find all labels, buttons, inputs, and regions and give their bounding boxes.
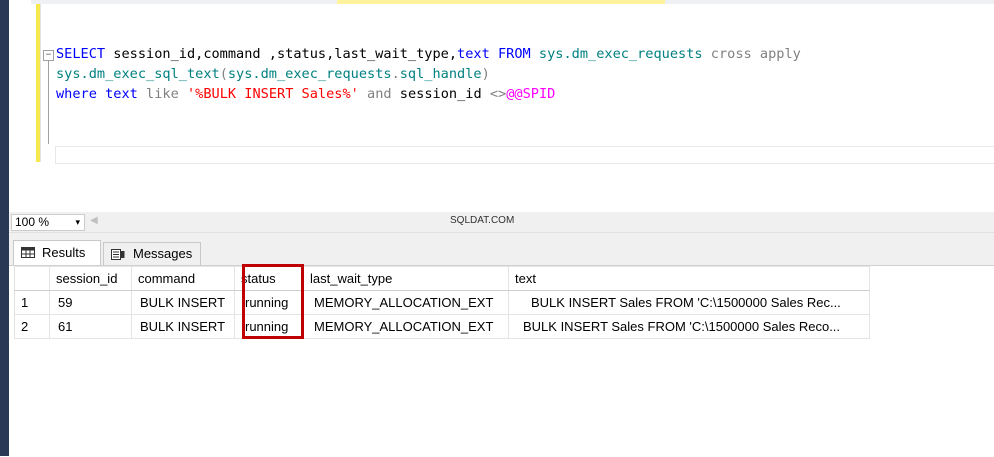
zoom-select[interactable]: 100 % ▾ bbox=[11, 214, 85, 231]
code-token: <> bbox=[489, 86, 507, 102]
editor-margin-divider bbox=[40, 4, 41, 162]
code-token: sql_handle bbox=[399, 66, 482, 82]
cell-last-wait-type[interactable]: MEMORY_ALLOCATION_EXT bbox=[303, 290, 509, 315]
tab-messages[interactable]: Messages bbox=[103, 242, 201, 265]
code-token: sys.dm_exec_requests bbox=[538, 46, 703, 62]
code-token: '%BULK INSERT Sales%' bbox=[186, 86, 359, 102]
code-token: text bbox=[105, 86, 138, 102]
code-token: SELECT bbox=[56, 46, 106, 62]
code-token: . bbox=[391, 66, 400, 82]
messages-icon bbox=[111, 249, 125, 260]
tab-results[interactable]: Results bbox=[13, 240, 101, 265]
cell-last-wait-type[interactable]: MEMORY_ALLOCATION_EXT bbox=[303, 314, 509, 339]
code-line-3[interactable]: where text like '%BULK INSERT Sales%' an… bbox=[56, 86, 555, 103]
cell-text[interactable]: BULK INSERT Sales FROM 'C:\1500000 Sales… bbox=[508, 290, 870, 315]
code-token: @@SPID bbox=[506, 86, 556, 102]
code-token: cross apply bbox=[710, 46, 801, 62]
table-row[interactable]: 2 61 BULK INSERT running MEMORY_ALLOCATI… bbox=[14, 314, 870, 339]
row-number[interactable]: 1 bbox=[14, 290, 50, 315]
results-grid-area: session_id command status last_wait_type… bbox=[9, 265, 994, 457]
code-token: text bbox=[457, 46, 490, 62]
chevron-down-icon[interactable]: ▾ bbox=[75, 215, 80, 230]
column-header-command[interactable]: command bbox=[131, 266, 235, 291]
row-number[interactable]: 2 bbox=[14, 314, 50, 339]
cell-command[interactable]: BULK INSERT bbox=[131, 290, 235, 315]
code-token: like bbox=[146, 86, 179, 102]
grid-header-row: session_id command status last_wait_type… bbox=[14, 266, 870, 291]
cell-text[interactable]: BULK INSERT Sales FROM 'C:\1500000 Sales… bbox=[508, 314, 870, 339]
code-token: ) bbox=[481, 66, 490, 82]
outline-bracket bbox=[48, 61, 49, 144]
results-grid: session_id command status last_wait_type… bbox=[14, 266, 870, 339]
code-token: sys.dm_exec_sql_text bbox=[56, 66, 220, 82]
scroll-left-icon[interactable]: ◀ bbox=[90, 215, 98, 226]
current-line-highlight bbox=[55, 146, 994, 164]
tab-results-label: Results bbox=[42, 245, 86, 260]
code-token: session_id,command ,status,last_wait_typ… bbox=[105, 46, 458, 62]
column-header-text[interactable]: text bbox=[508, 266, 870, 291]
code-line-1[interactable]: SELECT session_id,command ,status,last_w… bbox=[56, 46, 801, 63]
editor-gutter bbox=[9, 0, 31, 212]
zoom-value: 100 % bbox=[15, 215, 50, 229]
cell-session-id[interactable]: 59 bbox=[49, 290, 132, 315]
grid-icon bbox=[21, 247, 35, 258]
watermark: SQLDAT.COM bbox=[450, 215, 515, 226]
results-tab-row: Results Messages bbox=[9, 233, 994, 265]
row-number-header[interactable] bbox=[14, 266, 50, 291]
code-token: FROM bbox=[497, 46, 531, 62]
code-line-2[interactable]: sys.dm_exec_sql_text(sys.dm_exec_request… bbox=[56, 66, 490, 83]
column-header-session-id[interactable]: session_id bbox=[49, 266, 132, 291]
column-header-last-wait-type[interactable]: last_wait_type bbox=[303, 266, 509, 291]
table-row[interactable]: 1 59 BULK INSERT running MEMORY_ALLOCATI… bbox=[14, 290, 870, 315]
code-token: and bbox=[367, 86, 392, 102]
status-column-highlight bbox=[242, 264, 304, 339]
cell-session-id[interactable]: 61 bbox=[49, 314, 132, 339]
tab-messages-label: Messages bbox=[133, 246, 193, 261]
cell-command[interactable]: BULK INSERT bbox=[131, 314, 235, 339]
code-token: sys.dm_exec_requests bbox=[227, 66, 392, 82]
code-token: session_id bbox=[391, 86, 490, 102]
code-token: ( bbox=[219, 66, 228, 82]
code-token: where bbox=[56, 86, 97, 102]
collapse-toggle-icon[interactable]: − bbox=[43, 50, 54, 61]
query-editor[interactable] bbox=[31, 4, 994, 212]
window-frame-left bbox=[0, 0, 9, 456]
